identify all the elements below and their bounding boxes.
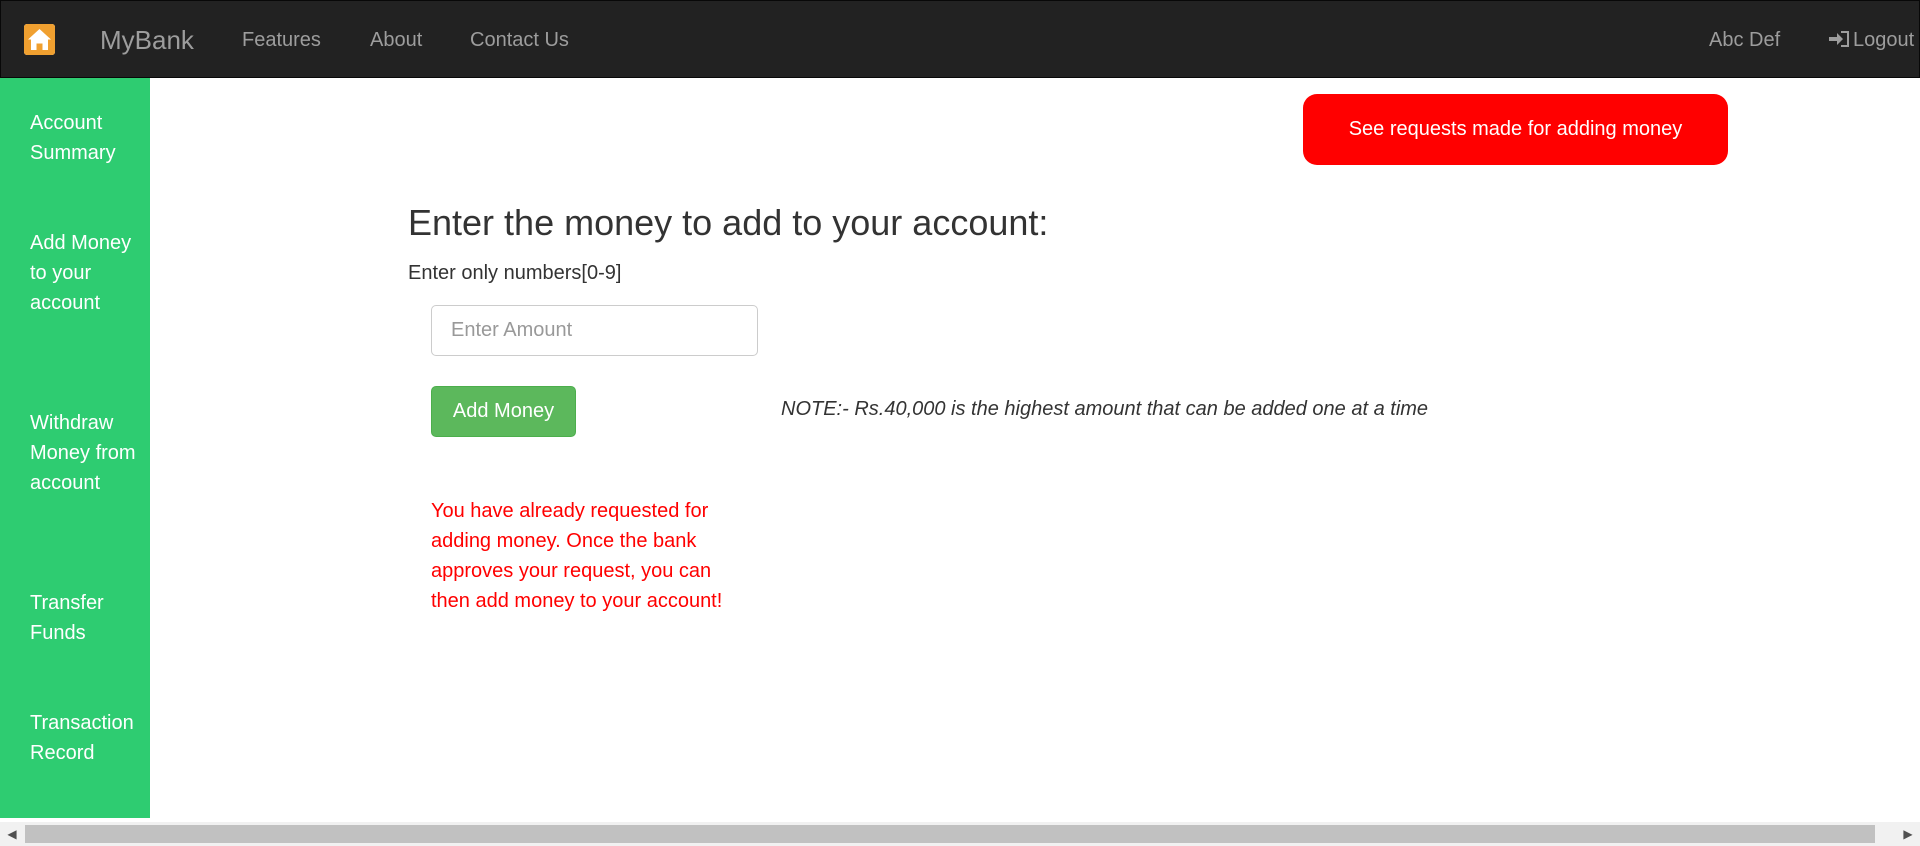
sidebar: Account Summary Add Money to your accoun… <box>0 78 150 818</box>
nav-link-about[interactable]: About <box>370 1 422 79</box>
scroll-right-icon[interactable]: ▶ <box>1896 822 1920 846</box>
amount-input[interactable] <box>431 305 758 356</box>
home-icon[interactable] <box>24 24 55 55</box>
add-money-button[interactable]: Add Money <box>431 386 576 437</box>
navbar: MyBank Features About Contact Us Abc Def… <box>0 0 1920 78</box>
input-hint: Enter only numbers[0-9] <box>408 262 622 284</box>
page-title: Enter the money to add to your account: <box>408 202 1049 243</box>
nav-link-contact-us[interactable]: Contact Us <box>470 1 569 79</box>
sidebar-item-add-money[interactable]: Add Money to your account <box>30 228 145 318</box>
see-requests-button[interactable]: See requests made for adding money <box>1303 94 1728 165</box>
logout-icon <box>1827 29 1851 49</box>
brand-name[interactable]: MyBank <box>100 1 194 79</box>
logout-label: Logout <box>1853 29 1915 51</box>
limit-note: NOTE:- Rs.40,000 is the highest amount t… <box>781 398 1429 420</box>
request-pending-message: You have already requested for adding mo… <box>431 500 723 612</box>
nav-link-features[interactable]: Features <box>242 1 321 79</box>
scroll-left-icon[interactable]: ◀ <box>0 822 24 846</box>
sidebar-item-account-summary[interactable]: Account Summary <box>30 108 145 168</box>
horizontal-scrollbar[interactable]: ◀ ▶ <box>0 822 1920 846</box>
sidebar-item-transaction-record[interactable]: Transaction Record <box>30 708 145 768</box>
sidebar-item-withdraw-money[interactable]: Withdraw Money from account <box>30 408 145 498</box>
sidebar-item-transfer-funds[interactable]: Transfer Funds <box>30 588 145 648</box>
user-name-link[interactable]: Abc Def <box>1709 1 1780 79</box>
logout-link[interactable]: Logout <box>1827 1 1914 79</box>
scrollbar-thumb[interactable] <box>25 825 1875 843</box>
